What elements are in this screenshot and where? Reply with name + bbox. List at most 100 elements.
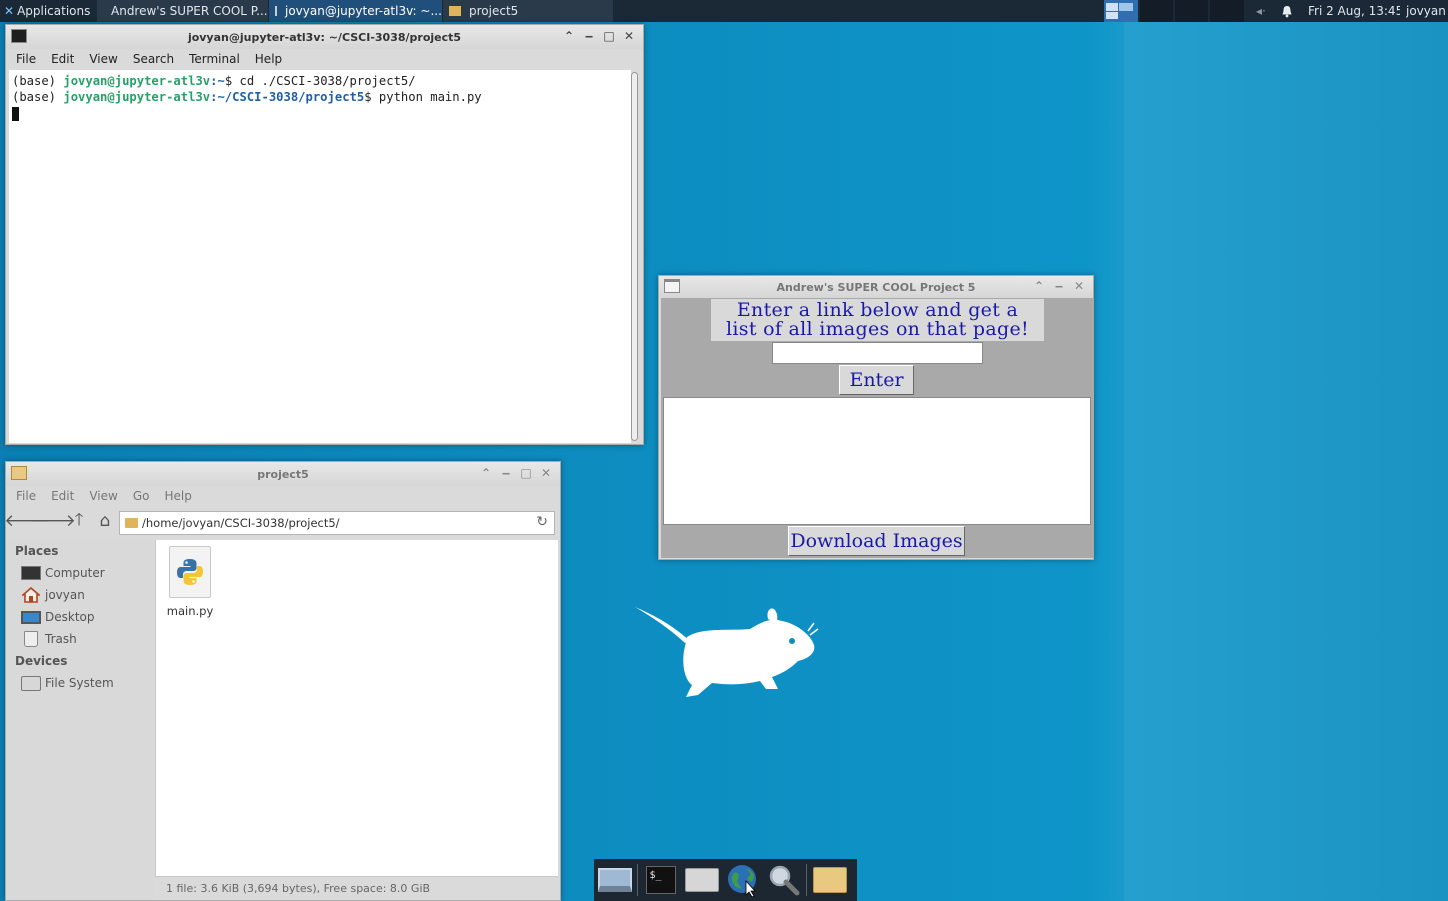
shade-button[interactable]: ⌃ xyxy=(478,465,494,481)
applications-label: Applications xyxy=(17,4,91,18)
task-terminal[interactable]: jovyan@jupyter-atl3v: ~... xyxy=(269,0,442,22)
device-file-system[interactable]: File System xyxy=(6,672,154,694)
applications-menu[interactable]: ✕ Applications xyxy=(4,0,96,22)
place-desktop[interactable]: Desktop xyxy=(6,606,154,628)
menu-file[interactable]: File xyxy=(16,489,36,503)
home-folder-icon[interactable] xyxy=(681,861,722,899)
desktop-background xyxy=(1124,22,1448,901)
terminal-icon xyxy=(275,6,277,16)
web-browser-icon[interactable] xyxy=(722,861,763,899)
terminal-cursor xyxy=(12,106,19,121)
close-button[interactable]: ✕ xyxy=(1071,278,1087,294)
place-label: jovyan xyxy=(45,588,85,602)
location-bar[interactable]: /home/jovyan/CSCI-3038/project5/ ↻ xyxy=(119,511,555,535)
url-input[interactable] xyxy=(772,342,983,364)
terminal-line: (base) jovyan@jupyter-atl3v:~$ cd ./CSCI… xyxy=(12,74,416,88)
maximize-button[interactable]: □ xyxy=(601,28,617,44)
prompt-label: Enter a link below and get a list of all… xyxy=(711,299,1044,341)
task-file-manager[interactable]: project5 xyxy=(443,0,613,22)
menu-terminal[interactable]: Terminal xyxy=(189,52,240,66)
reload-icon[interactable]: ↻ xyxy=(536,514,548,530)
close-button[interactable]: ✕ xyxy=(621,28,637,44)
task-label: Andrew's SUPER COOL P... xyxy=(111,4,268,18)
place-trash[interactable]: Trash xyxy=(6,628,154,650)
python-file-icon xyxy=(169,546,211,598)
menu-help[interactable]: Help xyxy=(164,489,191,503)
folder-icon[interactable] xyxy=(809,861,850,899)
location-path: /home/jovyan/CSCI-3038/project5/ xyxy=(142,516,340,530)
file-name: main.py xyxy=(166,604,214,618)
dock: $_ xyxy=(594,859,857,901)
minimize-button[interactable]: ‒ xyxy=(1051,278,1067,294)
desktop-icon xyxy=(21,609,41,625)
terminal-output[interactable]: (base) jovyan@jupyter-atl3v:~$ cd ./CSCI… xyxy=(9,70,631,443)
user-menu[interactable]: jovyan xyxy=(1406,0,1448,22)
search-icon[interactable] xyxy=(763,861,804,899)
workspace-1[interactable] xyxy=(1104,0,1138,22)
folder-icon xyxy=(449,6,461,16)
side-pane: Places Computer jovyan Desktop Trash Dev… xyxy=(6,540,154,900)
menu-view[interactable]: View xyxy=(89,52,117,66)
file-manager-menubar: File Edit View Go Help xyxy=(6,486,560,506)
window-title: project5 xyxy=(257,467,309,481)
forward-arrow-icon[interactable]: 🡒 xyxy=(30,511,76,531)
folder-icon xyxy=(125,518,138,528)
devices-header: Devices xyxy=(15,654,68,668)
places-header: Places xyxy=(15,544,59,558)
minimize-button[interactable]: ‒ xyxy=(581,28,597,44)
file-manager-titlebar[interactable]: project5 ⌃ ‒ □ ✕ xyxy=(6,462,560,486)
terminal-window: jovyan@jupyter-atl3v: ~/CSCI-3038/projec… xyxy=(5,24,644,445)
home-icon[interactable]: ⌂ xyxy=(92,511,118,531)
terminal-icon[interactable]: $_ xyxy=(640,861,681,899)
shade-button[interactable]: ⌃ xyxy=(561,28,577,44)
top-panel: ✕ Applications Andrew's SUPER COOL P... … xyxy=(0,0,1448,22)
task-label: project5 xyxy=(469,4,519,18)
terminal-scrollbar[interactable] xyxy=(631,72,638,441)
task-label: jovyan@jupyter-atl3v: ~... xyxy=(285,4,442,18)
menu-file[interactable]: File xyxy=(16,52,36,66)
clock[interactable]: Fri 2 Aug, 13:45 xyxy=(1308,0,1400,22)
menu-view[interactable]: View xyxy=(89,489,117,503)
workspace-preview-icon xyxy=(1106,3,1118,11)
xfce-mouse-logo xyxy=(635,607,819,697)
menu-search[interactable]: Search xyxy=(133,52,174,66)
file-item[interactable]: main.py xyxy=(166,546,214,618)
close-button[interactable]: ✕ xyxy=(538,465,554,481)
image-list[interactable] xyxy=(663,397,1091,525)
menu-edit[interactable]: Edit xyxy=(51,489,74,503)
terminal-menubar: File Edit View Search Terminal Help xyxy=(6,49,643,69)
app-titlebar[interactable]: Andrew's SUPER COOL Project 5 ⌃ ‒ ✕ xyxy=(659,276,1093,298)
shade-button[interactable]: ⌃ xyxy=(1031,278,1047,294)
device-label: File System xyxy=(45,676,114,690)
workspace-4[interactable] xyxy=(1210,0,1244,22)
window-icon xyxy=(664,279,680,293)
download-images-button[interactable]: Download Images xyxy=(788,526,965,556)
notification-icon[interactable] xyxy=(1281,0,1295,22)
folder-icon xyxy=(11,466,27,480)
trash-icon xyxy=(21,631,41,647)
menu-go[interactable]: Go xyxy=(133,489,150,503)
volume-icon[interactable]: ◂· xyxy=(1256,0,1272,22)
drive-icon xyxy=(21,675,41,691)
minimize-button[interactable]: ‒ xyxy=(498,465,514,481)
workspace-2[interactable] xyxy=(1140,0,1173,22)
file-manager-window: project5 ⌃ ‒ □ ✕ File Edit View Go Help … xyxy=(4,461,561,901)
enter-button[interactable]: Enter xyxy=(839,365,914,395)
workspace-3[interactable] xyxy=(1175,0,1208,22)
task-app-window[interactable]: Andrew's SUPER COOL P... xyxy=(97,0,268,22)
terminal-titlebar[interactable]: jovyan@jupyter-atl3v: ~/CSCI-3038/projec… xyxy=(6,25,643,49)
place-home[interactable]: jovyan xyxy=(6,584,154,606)
up-arrow-icon[interactable]: 🡑 xyxy=(66,510,92,531)
file-view[interactable]: main.py xyxy=(155,540,558,876)
window-title: jovyan@jupyter-atl3v: ~/CSCI-3038/projec… xyxy=(187,30,462,44)
place-label: Computer xyxy=(45,566,105,580)
prompt-line-2: list of all images on that page! xyxy=(726,318,1029,340)
show-desktop-icon[interactable] xyxy=(594,861,635,899)
window-title: Andrew's SUPER COOL Project 5 xyxy=(776,280,976,294)
xfce-logo-icon: ✕ xyxy=(4,4,15,18)
menu-help[interactable]: Help xyxy=(255,52,282,66)
terminal-icon xyxy=(11,29,27,43)
place-computer[interactable]: Computer xyxy=(6,562,154,584)
maximize-button[interactable]: □ xyxy=(518,465,534,481)
menu-edit[interactable]: Edit xyxy=(51,52,74,66)
